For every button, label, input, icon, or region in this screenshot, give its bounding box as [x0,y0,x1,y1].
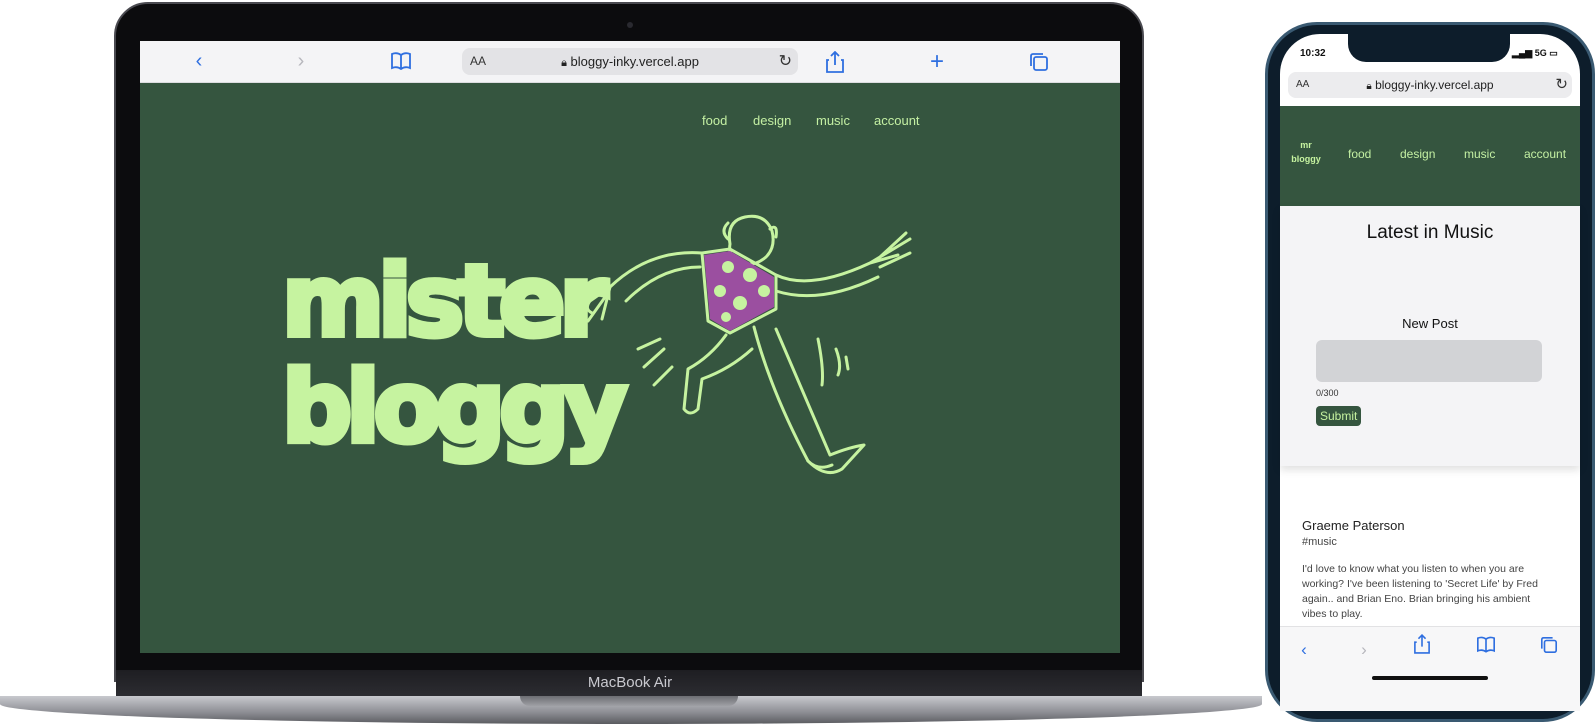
signal-icon: ▂▄▆ [1512,48,1533,58]
new-post-card [1280,206,1580,466]
bookmarks-icon[interactable] [1476,636,1496,658]
phone-notch [1348,34,1510,62]
phone-logo[interactable]: mr bloggy [1288,138,1324,167]
reload-icon[interactable]: ↻ [779,48,792,75]
laptop-screen: ‹ › AA 🔒︎ bloggy-inky.vercel.app ↻ + foo… [140,41,1120,653]
post-tag[interactable]: #music [1302,536,1337,548]
forward-icon[interactable]: › [286,41,316,82]
forward-icon[interactable]: › [1352,640,1376,660]
camera-icon [627,22,633,28]
phone-nav-account[interactable]: account [1524,147,1566,161]
char-count: 0/300 [1316,388,1339,398]
page-heading: Latest in Music [1366,222,1494,243]
tabs-icon[interactable] [1029,52,1049,77]
logo-bloggy: bloggy [279,351,630,465]
url-text: bloggy-inky.vercel.app [570,54,699,69]
bookmarks-icon[interactable] [390,52,412,75]
laptop-hinge-notch [520,696,738,706]
dancing-figure-illustration [585,214,912,475]
new-post-textarea[interactable] [1316,340,1542,382]
lock-icon: 🔒︎ [1366,81,1372,92]
phone-nav-food[interactable]: food [1348,147,1371,161]
status-time: 10:32 [1300,48,1326,59]
lock-icon: 🔒︎ [561,57,567,69]
phone-bottom-toolbar [1280,626,1580,711]
new-post-label: New Post [1402,316,1458,331]
back-icon[interactable]: ‹ [184,41,214,82]
phone-address-bar[interactable]: AA 🔒︎ bloggy-inky.vercel.app ↻ [1288,72,1572,98]
post-author: Graeme Paterson [1302,518,1405,533]
phone-nav-design[interactable]: design [1400,147,1435,161]
back-icon[interactable]: ‹ [1292,640,1316,660]
new-tab-icon[interactable]: + [922,41,952,82]
nav-account[interactable]: account [874,113,920,128]
address-bar[interactable]: AA 🔒︎ bloggy-inky.vercel.app ↻ [462,48,798,75]
browser-toolbar: ‹ › AA 🔒︎ bloggy-inky.vercel.app ↻ + [140,41,1120,83]
model-label: MacBook Air [587,674,673,691]
nav-design[interactable]: design [753,113,791,128]
network-label: 5G [1534,48,1547,58]
phone-url-text: bloggy-inky.vercel.app [1375,78,1494,92]
nav-music[interactable]: music [816,113,850,128]
home-indicator [1372,676,1488,680]
post-body: I'd love to know what you listen to when… [1302,563,1538,620]
share-icon[interactable] [826,50,844,78]
nav-food[interactable]: food [702,113,727,128]
submit-button[interactable]: Submit [1316,406,1362,426]
share-icon[interactable] [1414,633,1430,659]
tabs-icon[interactable] [1540,636,1558,659]
battery-icon: ▭ [1549,48,1558,58]
reload-icon[interactable]: ↻ [1555,72,1568,98]
logo-mister: mister [279,245,611,359]
phone-nav-music[interactable]: music [1464,147,1495,161]
